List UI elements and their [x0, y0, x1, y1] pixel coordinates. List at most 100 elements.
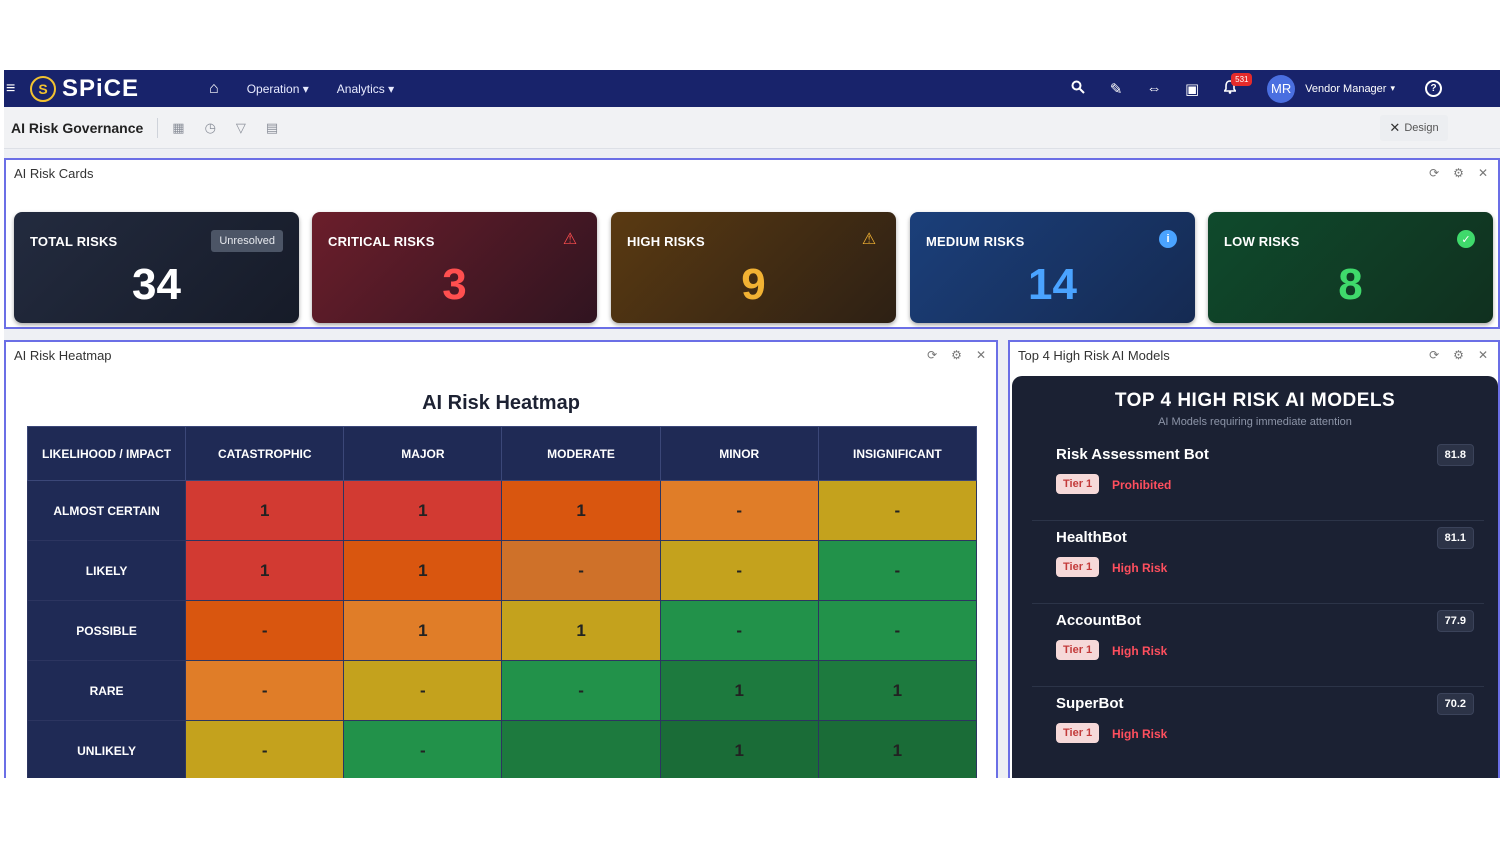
- close-icon[interactable]: ✕: [1478, 166, 1488, 180]
- caret-down-icon[interactable]: ▾: [1390, 83, 1395, 94]
- risk-status: High Risk: [1112, 561, 1168, 575]
- grid-icon[interactable]: ▦: [172, 120, 184, 136]
- list-item[interactable]: SuperBot 70.2 Tier 1 High Risk: [1032, 687, 1484, 770]
- filter-icon[interactable]: ▽: [236, 120, 246, 136]
- row-header: RARE: [26, 660, 187, 721]
- history-icon[interactable]: ◷: [205, 120, 216, 136]
- models-card: TOP 4 HIGH RISK AI MODELS AI Models requ…: [1012, 376, 1498, 778]
- model-name: AccountBot: [1056, 612, 1141, 629]
- risk-status: High Risk: [1112, 644, 1168, 658]
- chart-icon[interactable]: ▣: [1173, 80, 1211, 98]
- risk-score-badge: 77.9: [1436, 610, 1474, 632]
- search-icon[interactable]: [1059, 80, 1097, 98]
- gear-icon[interactable]: ⚙: [951, 348, 962, 362]
- risk-status: Prohibited: [1112, 478, 1172, 492]
- list-item[interactable]: HealthBot 81.1 Tier 1 High Risk: [1032, 521, 1484, 604]
- low-risks-card[interactable]: LOW RISKS ✓ 8: [1208, 212, 1493, 323]
- heatmap-cell[interactable]: 1: [343, 540, 503, 601]
- card-value: 34: [132, 260, 181, 309]
- refresh-icon[interactable]: ⟳: [927, 348, 937, 362]
- link-icon[interactable]: ⇔: [1135, 80, 1173, 97]
- close-icon[interactable]: ✕: [976, 348, 986, 362]
- corner-header: LIKELIHOOD / IMPACT: [26, 426, 187, 481]
- table-row: POSSIBLE - 1 1 - -: [26, 600, 978, 661]
- card-label: CRITICAL RISKS: [328, 234, 435, 249]
- heatmap-cell[interactable]: [501, 720, 661, 778]
- list-item[interactable]: AccountBot 77.9 Tier 1 High Risk: [1032, 604, 1484, 687]
- close-icon[interactable]: ✕: [1478, 348, 1488, 362]
- tier-badge: Tier 1: [1056, 640, 1100, 660]
- gear-icon[interactable]: ⚙: [1453, 348, 1464, 362]
- nav-menu-analytics[interactable]: Analytics ▾: [337, 82, 394, 96]
- column-header: MINOR: [659, 426, 819, 481]
- panel-tools: ⟳ ⚙ ✕: [913, 348, 986, 362]
- heatmap-cell[interactable]: -: [343, 720, 503, 778]
- gear-icon[interactable]: ⚙: [1453, 166, 1464, 180]
- row-header: UNLIKELY: [26, 720, 187, 778]
- panel-title: AI Risk Heatmap: [14, 348, 112, 363]
- home-icon[interactable]: ⌂: [209, 80, 219, 98]
- heatmap-cell[interactable]: -: [185, 660, 345, 721]
- heatmap-cell[interactable]: 1: [659, 660, 819, 721]
- panel-tools: ⟳ ⚙ ✕: [1415, 348, 1488, 362]
- critical-risks-card[interactable]: CRITICAL RISKS ⚠ 3: [312, 212, 597, 323]
- caret-down-icon: ▾: [302, 81, 309, 96]
- heatmap-cell[interactable]: -: [501, 540, 661, 601]
- heatmap-cell[interactable]: 1: [185, 540, 345, 601]
- nav-menu-operation[interactable]: Operation ▾: [247, 82, 309, 96]
- card-label: MEDIUM RISKS: [926, 234, 1025, 249]
- panel-tools: ⟳ ⚙ ✕: [1415, 166, 1488, 180]
- heatmap-cell[interactable]: 1: [817, 720, 978, 778]
- model-name: Risk Assessment Bot: [1056, 446, 1209, 463]
- column-header: INSIGNIFICANT: [817, 426, 978, 481]
- save-icon[interactable]: ▤: [266, 120, 278, 136]
- refresh-icon[interactable]: ⟳: [1429, 166, 1439, 180]
- logo-icon: S: [30, 75, 56, 102]
- check-circle-icon: ✓: [1457, 230, 1475, 248]
- menu-icon[interactable]: ≡: [6, 80, 24, 98]
- heatmap-cell[interactable]: 1: [343, 600, 503, 661]
- heatmap-cell[interactable]: 1: [659, 720, 819, 778]
- heatmap-cell[interactable]: -: [343, 660, 503, 721]
- avatar[interactable]: MR: [1267, 74, 1296, 103]
- info-icon: i: [1159, 230, 1177, 248]
- divider: [157, 117, 159, 138]
- heatmap-cell[interactable]: 1: [501, 480, 661, 541]
- table-row: ALMOST CERTAIN 1 1 1 - -: [26, 480, 978, 541]
- risk-score-badge: 70.2: [1436, 693, 1474, 715]
- heatmap-cell[interactable]: -: [185, 600, 345, 661]
- pencil-icon[interactable]: ✎: [1097, 80, 1135, 98]
- bell-icon[interactable]: 531: [1211, 72, 1253, 98]
- brand-logo[interactable]: S SPiCE: [30, 75, 139, 103]
- risk-score-badge: 81.8: [1436, 444, 1474, 466]
- card-label: TOTAL RISKS: [30, 234, 118, 249]
- total-risks-card[interactable]: TOTAL RISKS Unresolved 34: [14, 212, 299, 323]
- model-name: SuperBot: [1056, 695, 1124, 712]
- row-header: LIKELY: [26, 540, 187, 601]
- heatmap-cell[interactable]: -: [185, 720, 345, 778]
- table-row: LIKELY 1 1 - - -: [26, 540, 978, 601]
- help-icon[interactable]: ?: [1425, 80, 1442, 97]
- user-menu[interactable]: Vendor Manager: [1305, 83, 1386, 95]
- heatmap-cell[interactable]: 1: [185, 480, 345, 541]
- list-item[interactable]: Risk Assessment Bot 81.8 Tier 1 Prohibit…: [1032, 438, 1484, 521]
- card-value: 9: [741, 260, 766, 309]
- heatmap-cell[interactable]: 1: [501, 600, 661, 661]
- design-button[interactable]: ✕ Design: [1380, 115, 1448, 141]
- tier-badge: Tier 1: [1056, 723, 1100, 743]
- heatmap-cell[interactable]: -: [659, 540, 819, 601]
- heatmap-cell[interactable]: -: [817, 600, 978, 661]
- heatmap-cell[interactable]: -: [817, 540, 978, 601]
- medium-risks-card[interactable]: MEDIUM RISKS i 14: [910, 212, 1195, 323]
- refresh-icon[interactable]: ⟳: [1429, 348, 1439, 362]
- app-window: ≡ S SPiCE ⌂ Operation ▾ Analytics ▾ ✎ ⇔ …: [4, 70, 1500, 778]
- high-risks-card[interactable]: HIGH RISKS ⚠ 9: [611, 212, 896, 323]
- model-name: HealthBot: [1056, 529, 1127, 546]
- heatmap-cell[interactable]: -: [659, 600, 819, 661]
- heatmap-cell[interactable]: -: [501, 660, 661, 721]
- heatmap-cell[interactable]: -: [817, 480, 978, 541]
- heatmap-cell[interactable]: 1: [343, 480, 503, 541]
- heatmap-header-row: LIKELIHOOD / IMPACT CATASTROPHIC MAJOR M…: [26, 426, 978, 481]
- heatmap-cell[interactable]: -: [659, 480, 819, 541]
- heatmap-cell[interactable]: 1: [817, 660, 978, 721]
